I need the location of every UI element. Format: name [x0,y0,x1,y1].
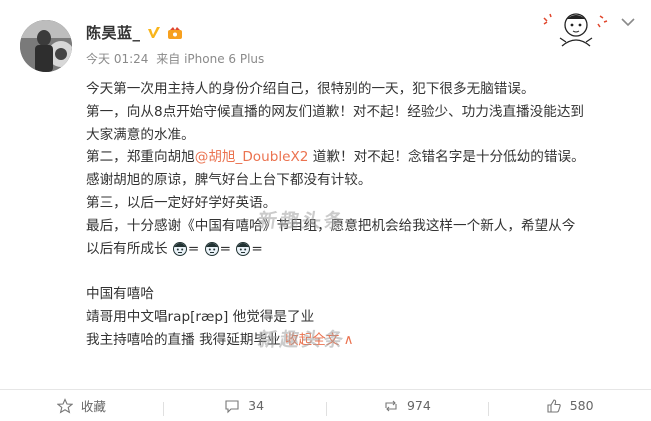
content-text: 以后有所成长 [86,240,168,257]
comment-button[interactable]: 34 [162,398,326,416]
comment-count: 34 [248,398,265,413]
like-icon [547,398,561,413]
author-name[interactable]: 陈昊蓝_ [86,22,141,43]
content-line: 今天第一次用主持人的身份介绍自己，很特别的一天，犯下很多无脑错误。 [86,81,535,97]
emoji-separator: = [251,240,263,257]
member-badge-icon[interactable] [167,26,183,40]
post-content: 今天第一次用主持人的身份介绍自己，很特别的一天，犯下很多无脑错误。 第一，向从8… [86,78,631,352]
content-text: 道歉！对不起！念错名字是十分低幼的错误。 [308,149,585,166]
repost-icon [385,400,397,411]
like-button[interactable]: 580 [488,398,651,416]
star-icon [56,397,73,414]
content-line: 中国有嘻哈 [86,286,154,303]
mention-link[interactable]: @胡旭_DoubleX2 [195,149,309,165]
favorite-button[interactable]: 收藏 [0,396,163,415]
content-line: 感谢胡旭的原谅，脾气好台上台下都没有计较。 [86,172,372,189]
content-line: 靖哥用中文唱rap[ræp] 他觉得是了业 [86,308,315,325]
emoji-icon [236,241,251,256]
repost-count: 974 [406,398,431,413]
comment-icon [225,399,239,413]
content-line: 第一，向从8点开始守候直播的网友们道歉！对不起！经验少、功力浅直播没能达到 [86,103,585,120]
source-prefix: 来自 [156,52,181,66]
watermark: 新趣头条 [256,210,348,232]
author-avatar[interactable] [20,20,72,72]
post-meta: 今天 01:24 来自 iPhone 6 Plus [86,50,264,67]
author-header: 陈昊蓝_ [86,22,183,43]
content-line: 第二，郑重向胡旭@胡旭_DoubleX2 道歉！对不起！念错名字是十分低幼的错误… [86,146,631,169]
content-line: 第三，以后一定好好学好英语。 [86,194,277,211]
post-source: iPhone 6 Plus [184,52,265,66]
content-text: 我主持嘻哈的直播 我得延期毕业 [86,331,285,348]
content-text: 第二，郑重向胡旭 [86,149,195,166]
content-line: 我主持嘻哈的直播 我得延期毕业 收起全文 ∧ [86,329,631,352]
like-count: 580 [569,398,594,413]
watermark: 新趣头条 [256,329,348,351]
emoji-separator: = [219,240,231,257]
emoji-icon [172,241,187,256]
post-timestamp[interactable]: 今天 01:24 [86,52,148,66]
repost-button[interactable]: 974 [325,398,489,416]
action-bar: 收藏 34 974 580 [0,389,651,421]
cartoon-decoration [543,13,608,47]
content-line: 大家满意的水准。 [86,126,195,143]
emoji-icon [204,241,219,256]
content-line: 最后，十分感谢《中国有嘻哈》节目组，愿意把机会给我这样一个新人，希望从今 [86,217,576,234]
chevron-down-icon[interactable] [620,16,636,28]
verified-icon [147,26,160,38]
favorite-label: 收藏 [80,399,106,414]
content-line: 以后有所成长 = = = [86,238,631,261]
emoji-separator: = [187,240,200,257]
